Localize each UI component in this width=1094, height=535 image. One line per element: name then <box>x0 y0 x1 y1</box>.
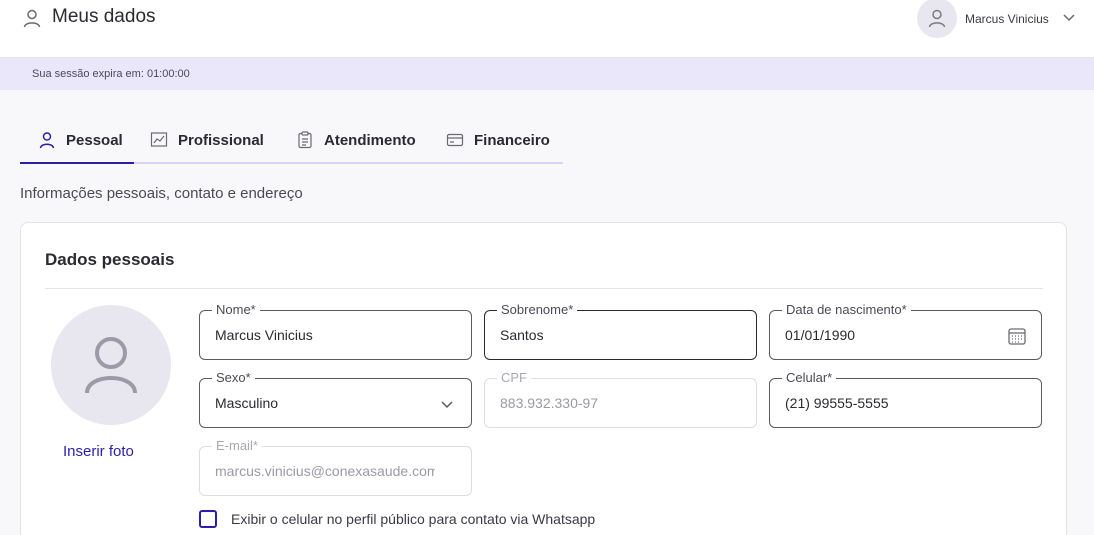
email-input <box>215 447 435 495</box>
email-field: E-mail* <box>199 438 472 496</box>
user-icon <box>39 132 55 149</box>
avatar[interactable] <box>917 0 957 38</box>
chart-icon <box>150 132 168 147</box>
tab-financeiro[interactable]: Financeiro <box>428 118 563 162</box>
nascimento-input[interactable] <box>785 311 1005 359</box>
user-name[interactable]: Marcus Vinicius <box>965 12 1049 26</box>
tab-label: Atendimento <box>324 131 416 149</box>
insert-photo-link[interactable]: Inserir foto <box>63 443 134 460</box>
top-bar: Meus dados Marcus Vinicius <box>0 0 1094 58</box>
profile-photo <box>51 305 171 425</box>
tab-label: Pessoal <box>66 131 123 149</box>
cpf-field: CPF <box>484 370 757 428</box>
section-subtitle: Informações pessoais, contato e endereço <box>20 185 303 202</box>
session-bar: Sua sessão expira em: 01:00:00 <box>0 58 1094 90</box>
sexo-value[interactable] <box>215 379 435 427</box>
chevron-down-icon[interactable] <box>437 394 457 414</box>
user-icon <box>23 9 41 28</box>
user-icon <box>928 9 946 28</box>
whatsapp-checkbox[interactable] <box>199 510 217 528</box>
card-icon <box>446 133 464 147</box>
tab-label: Profissional <box>178 131 264 149</box>
tab-bar: Pessoal Profissional Atendimento Finance… <box>20 118 563 164</box>
page-title: Meus dados <box>52 6 156 27</box>
tab-label: Financeiro <box>474 131 550 149</box>
tab-pessoal[interactable]: Pessoal <box>20 118 134 164</box>
sexo-select[interactable]: Sexo* <box>199 370 472 428</box>
nascimento-field: Data de nascimento* <box>769 302 1042 360</box>
nome-field: Nome* <box>199 302 472 360</box>
clipboard-icon <box>298 131 312 149</box>
personal-data-card: Dados pessoais Inserir foto Nome* Sobren… <box>20 222 1067 535</box>
cpf-input <box>500 379 720 427</box>
whatsapp-checkbox-label[interactable]: Exibir o celular no perfil público para … <box>231 511 595 527</box>
chevron-down-icon[interactable] <box>1062 10 1076 24</box>
nome-input[interactable] <box>215 311 435 359</box>
tab-profissional[interactable]: Profissional <box>134 118 278 162</box>
sobrenome-input[interactable] <box>500 311 720 359</box>
session-expiry-text: Sua sessão expira em: 01:00:00 <box>32 68 190 80</box>
user-icon <box>85 337 137 394</box>
sobrenome-field: Sobrenome* <box>484 302 757 360</box>
celular-input[interactable] <box>785 379 1005 427</box>
whatsapp-option: Exibir o celular no perfil público para … <box>199 510 595 528</box>
celular-field: Celular* <box>769 370 1042 428</box>
divider <box>45 288 1043 289</box>
tab-atendimento[interactable]: Atendimento <box>278 118 428 162</box>
card-title: Dados pessoais <box>45 250 175 269</box>
calendar-icon[interactable] <box>1007 326 1027 346</box>
